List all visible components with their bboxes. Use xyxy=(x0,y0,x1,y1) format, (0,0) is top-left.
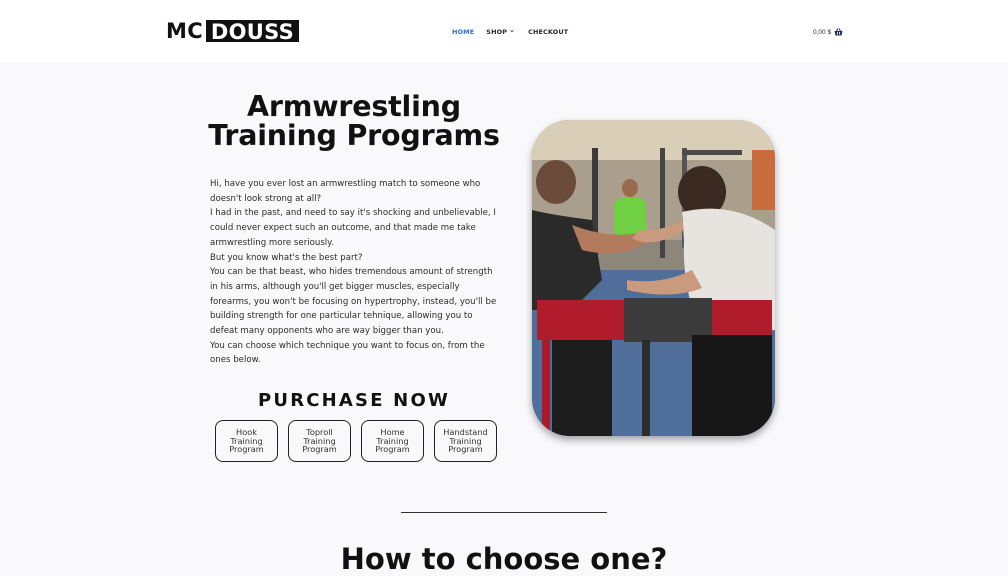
home-program-button[interactable]: Home Training Program xyxy=(361,420,424,462)
purchase-title: PURCHASE NOW xyxy=(257,390,451,411)
hero-title-line2: Training Programs xyxy=(208,119,500,152)
intro-paragraph: Hi, have you ever lost an armwrestling m… xyxy=(210,179,481,204)
intro-paragraph: I had in the past, and need to say it's … xyxy=(210,208,496,248)
section-title-how-to-choose: How to choose one? xyxy=(340,542,668,576)
armwrestling-photo xyxy=(532,120,775,436)
logo-douss: DOUSS xyxy=(205,20,300,43)
cart-link[interactable]: 0,00 $ xyxy=(813,27,843,37)
main-nav: HOME SHOP CHECKOUT xyxy=(452,27,568,37)
nav-shop[interactable]: SHOP xyxy=(486,28,514,36)
chevron-down-icon xyxy=(510,29,514,33)
cart-total: 0,00 $ xyxy=(813,28,832,36)
site-logo[interactable]: MC DOUSS xyxy=(166,19,300,43)
handstand-program-button[interactable]: Handstand Training Program xyxy=(434,420,497,462)
logo-mc: MC xyxy=(166,19,203,43)
toproll-program-button[interactable]: Toproll Training Program xyxy=(288,420,351,462)
intro-text: Hi, have you ever lost an armwrestling m… xyxy=(210,177,502,368)
intro-paragraph: But you know what's the best part? xyxy=(210,252,363,263)
site-header: MC DOUSS HOME SHOP CHECKOUT 0,00 $ xyxy=(0,0,1008,63)
section-divider xyxy=(401,512,607,513)
basket-icon xyxy=(834,28,843,36)
program-buttons: Hook Training Program Toproll Training P… xyxy=(215,420,497,462)
nav-shop-label: SHOP xyxy=(486,28,508,36)
nav-home[interactable]: HOME xyxy=(452,28,474,36)
hero-title: Armwrestling Training Programs xyxy=(206,92,502,150)
intro-paragraph: You can be that beast, who hides tremend… xyxy=(210,267,497,337)
intro-paragraph: You can choose which technique you want … xyxy=(210,340,485,366)
hook-program-button[interactable]: Hook Training Program xyxy=(215,420,278,462)
nav-checkout[interactable]: CHECKOUT xyxy=(528,28,568,36)
